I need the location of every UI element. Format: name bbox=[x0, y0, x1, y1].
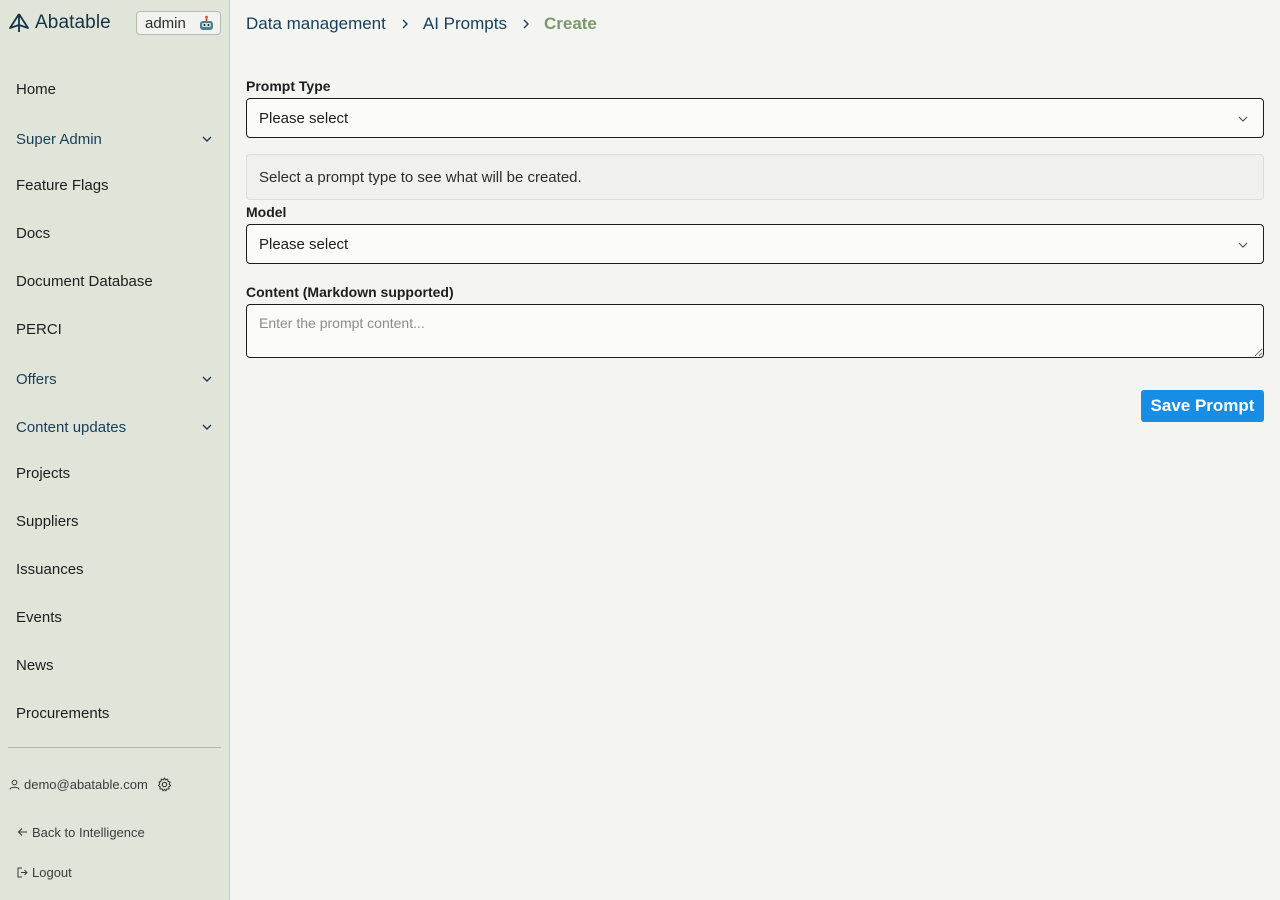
arrow-left-icon bbox=[17, 828, 27, 836]
brand-name: Abatable bbox=[35, 12, 111, 33]
breadcrumb-data-management[interactable]: Data management bbox=[246, 14, 386, 34]
back-to-intelligence-label: Back to Intelligence bbox=[32, 824, 145, 840]
model-select[interactable]: Please select bbox=[246, 224, 1264, 264]
sidebar-item-label: News bbox=[16, 656, 54, 674]
sidebar-item-label: Offers bbox=[16, 370, 57, 388]
prompt-type-info-text: Select a prompt type to see what will be… bbox=[259, 168, 582, 186]
chevron-down-icon bbox=[1238, 242, 1248, 248]
sidebar-item-super-admin[interactable]: Super Admin bbox=[16, 127, 221, 151]
chevron-down-icon bbox=[202, 376, 212, 382]
breadcrumb-create: Create bbox=[543, 14, 597, 33]
robot-icon bbox=[200, 15, 213, 30]
back-to-intelligence-link[interactable]: Back to Intelligence bbox=[17, 824, 145, 840]
user-email: demo@abatable.com bbox=[24, 776, 148, 792]
sidebar-item-label: Document Database bbox=[16, 272, 153, 290]
user-icon bbox=[9, 779, 20, 790]
role-label: admin bbox=[145, 14, 186, 32]
sidebar-item-procurements[interactable]: Procurements bbox=[16, 701, 221, 725]
sidebar-item-label: Suppliers bbox=[16, 512, 79, 530]
chevron-down-icon bbox=[1238, 116, 1248, 122]
sidebar-item-events[interactable]: Events bbox=[16, 605, 221, 629]
sidebar-item-document-database[interactable]: Document Database bbox=[16, 269, 221, 293]
chevron-down-icon bbox=[202, 136, 212, 142]
sidebar-item-issuances[interactable]: Issuances bbox=[16, 557, 221, 581]
chevron-right-icon bbox=[402, 19, 408, 29]
logout-icon bbox=[17, 867, 28, 877]
sidebar-item-feature-flags[interactable]: Feature Flags bbox=[16, 173, 221, 197]
sidebar-item-news[interactable]: News bbox=[16, 653, 221, 677]
model-value: Please select bbox=[259, 235, 349, 253]
sidebar-item-suppliers[interactable]: Suppliers bbox=[16, 509, 221, 533]
sidebar-item-label: Home bbox=[16, 80, 57, 98]
logout-label: Logout bbox=[32, 864, 72, 880]
content-textarea[interactable] bbox=[246, 304, 1264, 358]
sidebar-item-offers[interactable]: Offers bbox=[16, 367, 221, 391]
breadcrumb: Data management AI Prompts Create bbox=[246, 12, 597, 36]
chevron-down-icon bbox=[202, 424, 212, 430]
prompt-type-label: Prompt Type bbox=[246, 78, 331, 94]
sidebar: Abatable admin Home Super Admin Feature … bbox=[0, 0, 230, 900]
sail-logo-icon bbox=[9, 13, 29, 32]
brand[interactable]: Abatable bbox=[8, 10, 111, 36]
sidebar-item-home[interactable]: Home bbox=[16, 77, 221, 101]
gear-icon[interactable] bbox=[157, 777, 172, 792]
prompt-type-info: Select a prompt type to see what will be… bbox=[246, 154, 1264, 200]
content-label: Content (Markdown supported) bbox=[246, 284, 454, 300]
sidebar-item-label: Super Admin bbox=[16, 130, 102, 148]
sidebar-item-label: Docs bbox=[16, 224, 51, 242]
role-badge[interactable]: admin bbox=[136, 11, 221, 35]
sidebar-divider bbox=[8, 747, 221, 748]
logout-link[interactable]: Logout bbox=[17, 864, 72, 880]
sidebar-item-label: Procurements bbox=[16, 704, 110, 722]
save-prompt-button[interactable]: Save Prompt bbox=[1141, 390, 1264, 422]
sidebar-item-perci[interactable]: PERCI bbox=[16, 317, 221, 341]
sidebar-item-label: PERCI bbox=[16, 320, 62, 338]
sidebar-item-label: Events bbox=[16, 608, 62, 626]
model-label: Model bbox=[246, 204, 287, 220]
prompt-type-select[interactable]: Please select bbox=[246, 98, 1264, 138]
user-account[interactable]: demo@abatable.com bbox=[9, 776, 148, 792]
sidebar-item-docs[interactable]: Docs bbox=[16, 221, 221, 245]
sidebar-item-label: Issuances bbox=[16, 560, 84, 578]
sidebar-item-projects[interactable]: Projects bbox=[16, 461, 221, 485]
sidebar-item-label: Projects bbox=[16, 464, 71, 482]
sidebar-item-label: Feature Flags bbox=[16, 176, 109, 194]
chevron-right-icon bbox=[523, 19, 529, 29]
prompt-type-value: Please select bbox=[259, 109, 349, 127]
sidebar-item-content-updates[interactable]: Content updates bbox=[16, 415, 221, 439]
sidebar-item-label: Content updates bbox=[16, 418, 127, 436]
breadcrumb-ai-prompts[interactable]: AI Prompts bbox=[423, 14, 507, 34]
